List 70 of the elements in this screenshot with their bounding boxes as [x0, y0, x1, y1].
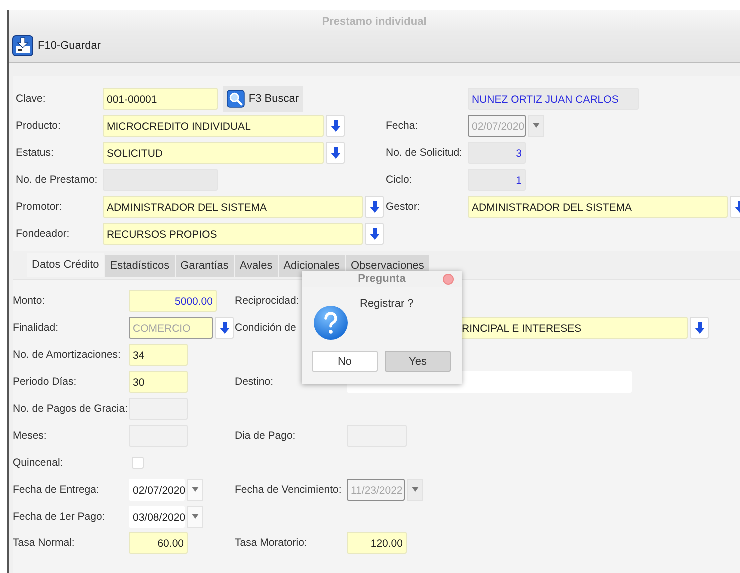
combo-field[interactable]: RECURSOS PROPIOS	[103, 222, 363, 244]
field-label: No. de Solicitud:	[386, 146, 462, 158]
tab[interactable]: Datos Crédito	[27, 253, 104, 277]
dropdown-button[interactable]	[365, 196, 384, 218]
field-label: Tasa Moratorio:	[235, 537, 308, 550]
search-icon	[227, 88, 245, 108]
field-label: Fecha:	[386, 120, 418, 132]
input-field[interactable]: 60.00	[129, 532, 188, 554]
caret-icon	[190, 486, 200, 494]
tab[interactable]: Avales	[234, 255, 278, 277]
dropdown-button[interactable]	[326, 142, 345, 164]
dropdown-button[interactable]	[326, 114, 345, 136]
dropdown-button[interactable]	[407, 478, 423, 501]
field-label: Monto:	[13, 295, 46, 308]
field-label: Periodo Días:	[13, 376, 77, 388]
field-label: Fecha de Vencimiento:	[235, 484, 342, 496]
date-field[interactable]: 02/07/2020	[129, 478, 185, 501]
dropdown-button[interactable]	[187, 506, 203, 528]
input-field[interactable]: 1	[468, 168, 526, 190]
save-icon	[12, 35, 34, 57]
dialog-button[interactable]: No	[312, 351, 378, 372]
field-label: Producto:	[16, 120, 61, 132]
field-label: Condición de	[235, 322, 296, 334]
field-label: No. de Prestamo:	[16, 174, 98, 186]
dialog-button[interactable]: Yes	[385, 351, 451, 372]
tab[interactable]: Estadísticos	[105, 255, 175, 277]
dropdown-button[interactable]	[365, 222, 384, 244]
field-label: No. de Amortizaciones:	[13, 349, 121, 362]
input-field[interactable]: 30	[129, 371, 188, 394]
dropdown-button[interactable]	[690, 317, 709, 340]
field-label: Promotor:	[16, 200, 62, 212]
field-label: Gestor:	[386, 200, 420, 212]
caret-icon	[410, 486, 420, 494]
date-field[interactable]: 03/08/2020	[129, 506, 185, 528]
field-label: Tasa Normal:	[13, 537, 75, 550]
input-field[interactable]: NUNEZ ORTIZ JUAN CARLOS	[468, 88, 639, 110]
combo-field[interactable]: SOLICITUD	[103, 142, 324, 164]
field-label: Fecha de Entrega:	[13, 484, 100, 496]
input-field[interactable]: 5000.00	[129, 290, 217, 312]
field-label: Destino:	[235, 376, 274, 388]
checkbox[interactable]	[132, 456, 144, 469]
field-label: Fondeador:	[16, 228, 70, 240]
field-label: Quincenal:	[13, 456, 64, 469]
field-label: Estatus:	[16, 146, 54, 158]
dropdown-button[interactable]	[215, 317, 234, 340]
combo-field[interactable]: ADMINISTRADOR DEL SISTEMA	[103, 196, 363, 218]
field-label: Clave:	[16, 92, 46, 104]
field-label: Reciprocidad:	[235, 295, 300, 308]
question-icon	[313, 305, 349, 341]
field-label: Fecha de 1er Pago:	[13, 510, 106, 523]
tab[interactable]: Garantías	[176, 255, 234, 277]
input-field[interactable]: 3	[468, 142, 526, 164]
field-label: Meses:	[13, 430, 47, 442]
dialog-message: Registrar ?	[360, 298, 414, 312]
dropdown-button[interactable]	[187, 478, 203, 501]
input-field[interactable]: 120.00	[347, 532, 407, 554]
close-button[interactable]	[443, 274, 454, 285]
caret-icon	[190, 513, 200, 520]
combo-field[interactable]: ADMINISTRADOR DEL SISTEMA	[468, 196, 728, 218]
field-label: No. de Pagos de Gracia:	[13, 403, 128, 415]
caret-icon	[532, 122, 540, 129]
combo-field[interactable]: MICROCREDITO INDIVIDUAL	[103, 114, 324, 136]
field-label: Ciclo:	[386, 174, 412, 186]
input-field[interactable]: 34	[129, 344, 188, 366]
save-button[interactable]: F10-Guardar	[12, 35, 101, 57]
input-field[interactable]: 001-00001	[103, 88, 218, 110]
field-label: Finalidad:	[13, 322, 59, 334]
search-button[interactable]: F3 Buscar	[223, 86, 303, 112]
dropdown-button[interactable]	[528, 114, 544, 136]
field-label: Dia de Pago:	[235, 430, 296, 442]
